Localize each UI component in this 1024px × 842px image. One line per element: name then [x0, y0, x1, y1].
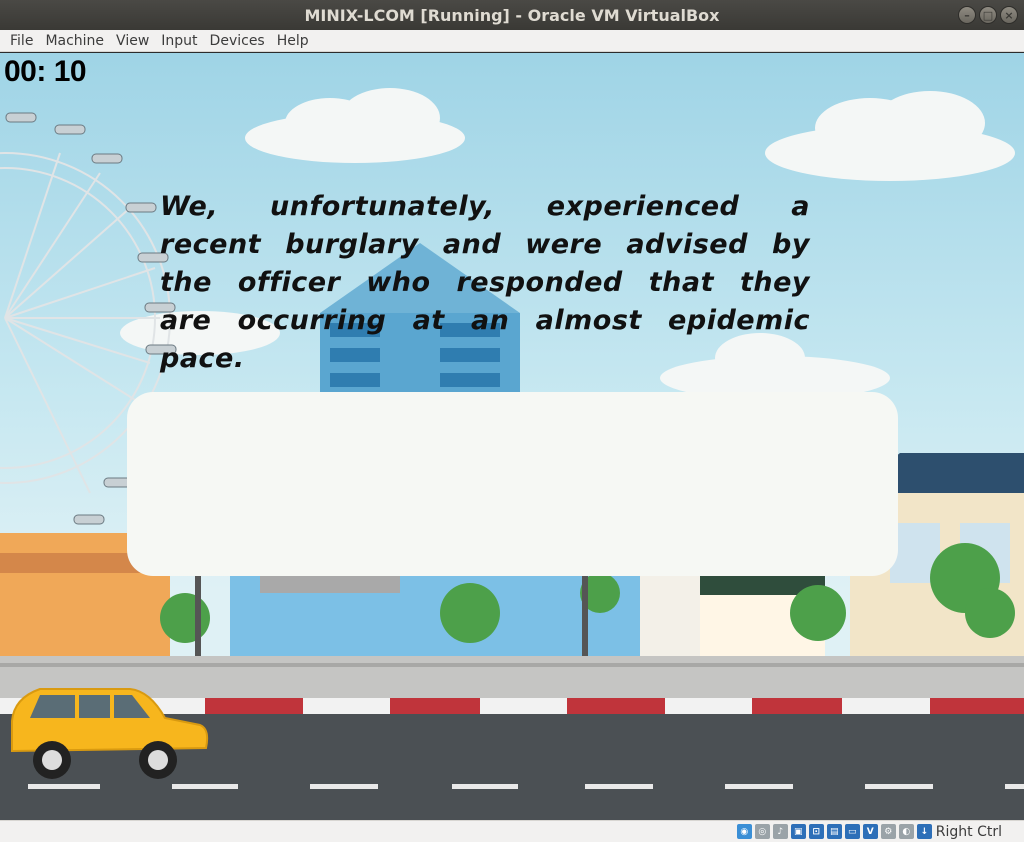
recording-icon[interactable]: V	[862, 824, 878, 839]
window-controls: – □ ×	[958, 6, 1018, 24]
menu-view[interactable]: View	[110, 33, 155, 49]
status-bar: ◉ ◎ ♪ ▣ ⊡ ▤ ▭ V ⚙ ◐ ↓ Right Ctrl	[0, 820, 1024, 842]
audio-icon[interactable]: ♪	[772, 824, 788, 839]
window-titlebar[interactable]: MINIX-LCOM [Running] - Oracle VM Virtual…	[0, 0, 1024, 30]
vm-screen[interactable]: 00: 10 We, unfortunately, experienced a …	[0, 53, 1024, 820]
close-button[interactable]: ×	[1000, 6, 1018, 24]
hard-disk-icon[interactable]: ◉	[736, 824, 752, 839]
optical-drive-icon[interactable]: ◎	[754, 824, 770, 839]
host-key-label: Right Ctrl	[935, 823, 1002, 840]
virtualization-icon: ⚙	[880, 824, 896, 839]
sidewalk	[0, 656, 1024, 698]
keyboard-icon[interactable]: ↓	[916, 824, 932, 839]
menu-help[interactable]: Help	[271, 33, 315, 49]
usb-icon[interactable]: ⊡	[808, 824, 824, 839]
menu-devices[interactable]: Devices	[204, 33, 271, 49]
target-phrase: We, unfortunately, experienced a recent …	[160, 191, 810, 374]
display-icon[interactable]: ▭	[844, 824, 860, 839]
menu-machine[interactable]: Machine	[39, 33, 110, 49]
menu-bar: File Machine View Input Devices Help	[0, 30, 1024, 52]
network-icon[interactable]: ▣	[790, 824, 806, 839]
maximize-button[interactable]: □	[979, 6, 997, 24]
shared-folders-icon[interactable]: ▤	[826, 824, 842, 839]
window-title: MINIX-LCOM [Running] - Oracle VM Virtual…	[304, 5, 720, 25]
typing-input-box[interactable]	[127, 392, 898, 576]
minimize-button[interactable]: –	[958, 6, 976, 24]
menu-input[interactable]: Input	[155, 33, 203, 49]
menu-file[interactable]: File	[4, 33, 39, 49]
countdown-timer: 00: 10	[4, 55, 87, 88]
mouse-integration-icon[interactable]: ◐	[898, 824, 914, 839]
